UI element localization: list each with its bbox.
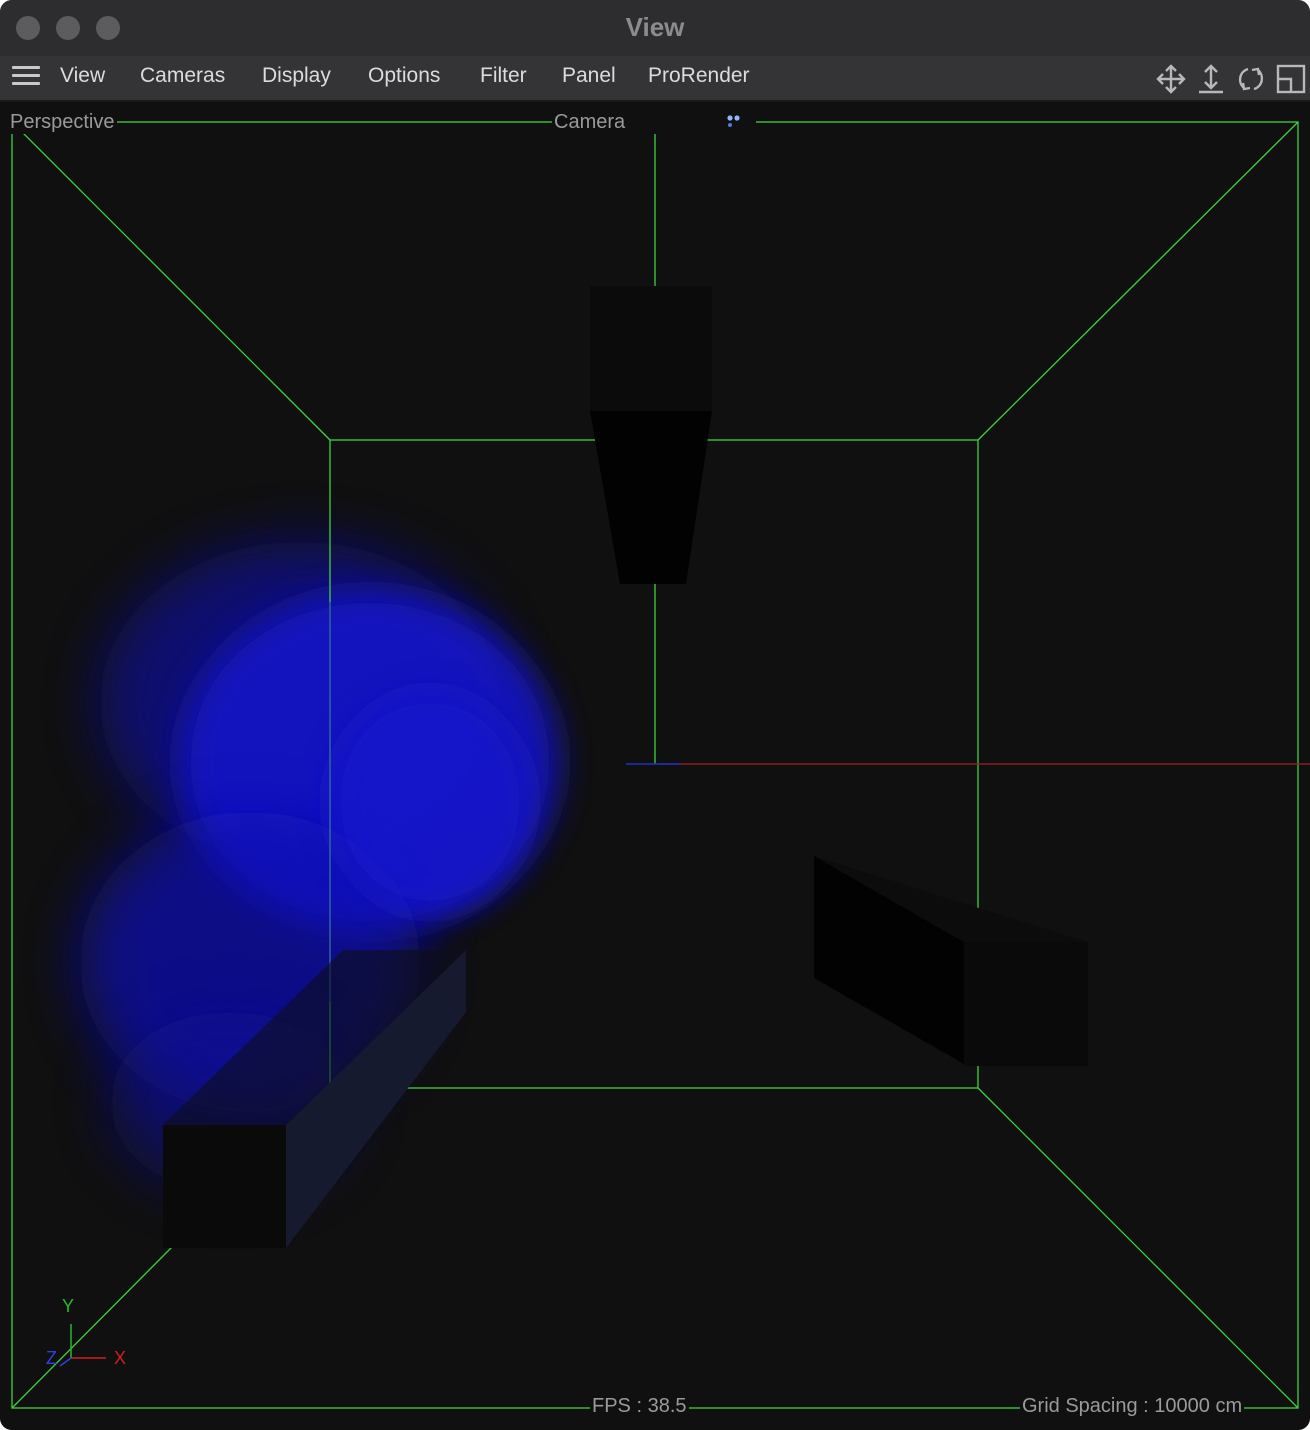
z-axis-label: Z <box>46 1348 57 1368</box>
viewport-canvas <box>11 121 1310 1409</box>
menu-view[interactable]: View <box>60 62 105 90</box>
title-bar: View <box>0 0 1310 57</box>
menu-filter[interactable]: Filter <box>480 62 527 90</box>
menu-prorender[interactable]: ProRender <box>648 62 750 90</box>
window-title: View <box>625 12 685 42</box>
toggle-panel-icon[interactable] <box>1274 62 1308 96</box>
menu-display[interactable]: Display <box>262 62 331 90</box>
grid-spacing-readout: Grid Spacing : 10000 cm <box>1020 1394 1245 1418</box>
hamburger-menu-icon[interactable] <box>12 66 40 88</box>
right-light-object <box>814 856 1088 1066</box>
menu-options[interactable]: Options <box>368 62 440 90</box>
camera-name: Camera <box>554 111 626 133</box>
camera-label[interactable]: Camera <box>552 110 756 134</box>
menu-cameras[interactable]: Cameras <box>140 62 225 90</box>
move-view-icon[interactable] <box>1154 62 1188 96</box>
menu-panel[interactable]: Panel <box>562 62 616 90</box>
zoom-view-icon[interactable] <box>1194 62 1228 96</box>
camera-link-icon[interactable] <box>724 112 744 132</box>
x-axis-label: X <box>114 1348 127 1368</box>
top-light-object <box>590 286 712 584</box>
projection-label[interactable]: Perspective <box>8 110 117 134</box>
y-axis-label: Y <box>62 1296 75 1316</box>
perspective-viewport[interactable]: Perspective Camera FPS : 38.5 Grid Spaci… <box>0 102 1310 1430</box>
fps-readout: FPS : 38.5 <box>590 1394 689 1418</box>
rotate-view-icon[interactable] <box>1234 62 1268 96</box>
axis-gizmo <box>59 1324 106 1367</box>
view-window: View View Cameras Display Options Filter… <box>0 0 1310 1430</box>
